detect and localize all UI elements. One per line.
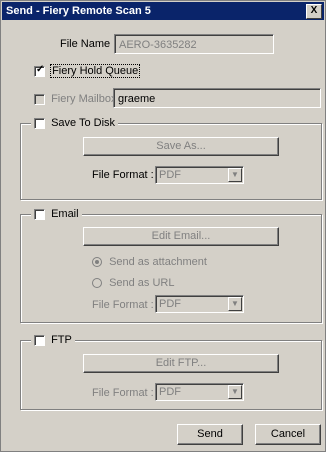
ftp-format-select[interactable]: PDF ▼ xyxy=(155,383,244,401)
mailbox-check-box[interactable] xyxy=(34,93,45,105)
hold-queue-checkbox[interactable]: ✓ Fiery Hold Queue xyxy=(34,63,141,79)
close-button[interactable]: X xyxy=(306,4,322,19)
radio-selected-icon[interactable] xyxy=(92,257,102,268)
email-format-select[interactable]: PDF ▼ xyxy=(155,295,244,313)
email-legend[interactable]: Email xyxy=(31,208,82,221)
send-url-radio[interactable]: Send as URL xyxy=(92,277,175,289)
window-title: Send - Fiery Remote Scan 5 xyxy=(6,5,151,17)
save-to-disk-group xyxy=(20,123,322,200)
edit-ftp-button[interactable]: Edit FTP... xyxy=(83,354,279,373)
chevron-down-icon[interactable]: ▼ xyxy=(228,297,242,311)
save-format-label: File Format : xyxy=(92,169,154,181)
save-as-button[interactable]: Save As... xyxy=(83,137,279,156)
mailbox-field[interactable]: graeme xyxy=(113,88,321,108)
send-attachment-radio[interactable]: Send as attachment xyxy=(92,256,207,268)
save-to-disk-check-box[interactable] xyxy=(34,117,45,129)
email-format-label: File Format : xyxy=(92,299,154,311)
chevron-down-icon[interactable]: ▼ xyxy=(228,385,242,399)
send-attachment-label: Send as attachment xyxy=(109,256,207,269)
save-format-select[interactable]: PDF ▼ xyxy=(155,166,244,184)
ftp-check-box[interactable] xyxy=(34,334,45,346)
file-name-field[interactable]: AERO-3635282 xyxy=(114,34,274,54)
chevron-down-icon[interactable]: ▼ xyxy=(228,168,242,182)
radio-icon[interactable] xyxy=(92,278,102,289)
send-button[interactable]: Send xyxy=(177,424,243,445)
mailbox-checkbox[interactable]: Fiery Mailbox xyxy=(34,93,116,105)
ftp-label: FTP xyxy=(51,334,72,347)
checkmark-icon: ✓ xyxy=(36,63,45,75)
email-label: Email xyxy=(51,208,79,221)
title-bar: Send - Fiery Remote Scan 5 X xyxy=(2,2,324,20)
cancel-button[interactable]: Cancel xyxy=(255,424,321,445)
save-format-value: PDF xyxy=(159,169,181,181)
ftp-format-value: PDF xyxy=(159,386,181,398)
send-dialog: Send - Fiery Remote Scan 5 X File Name :… xyxy=(0,0,326,452)
ftp-legend[interactable]: FTP xyxy=(31,334,75,347)
email-format-value: PDF xyxy=(159,298,181,310)
save-to-disk-label: Save To Disk xyxy=(51,117,116,130)
hold-queue-check-box[interactable]: ✓ xyxy=(34,63,45,77)
ftp-format-label: File Format : xyxy=(92,387,154,399)
edit-email-button[interactable]: Edit Email... xyxy=(83,227,279,246)
file-name-label: File Name : xyxy=(60,38,117,50)
send-url-label: Send as URL xyxy=(109,277,175,290)
mailbox-label: Fiery Mailbox xyxy=(51,93,117,106)
save-to-disk-legend[interactable]: Save To Disk xyxy=(31,117,119,130)
email-check-box[interactable] xyxy=(34,208,45,220)
hold-queue-label: Fiery Hold Queue xyxy=(50,64,141,79)
